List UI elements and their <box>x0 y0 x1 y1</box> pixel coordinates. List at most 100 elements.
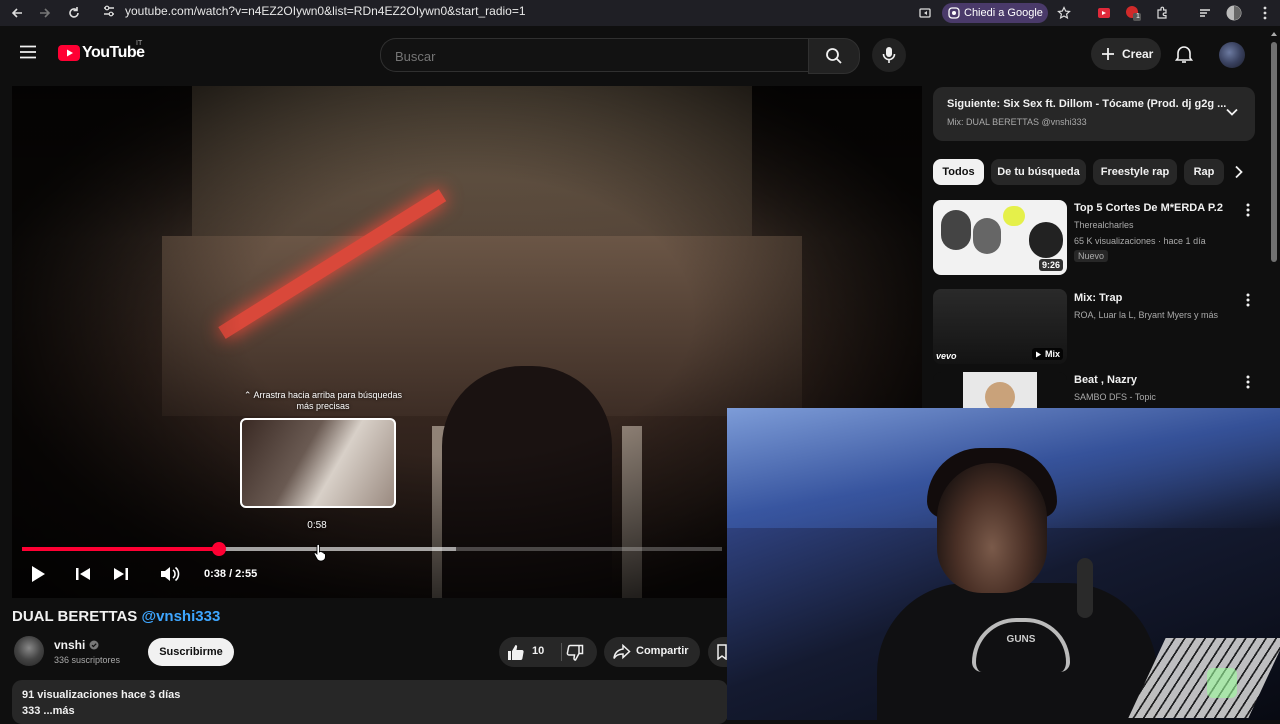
channel-name[interactable]: vnshi <box>54 638 85 652</box>
seek-preview-time: 0:58 <box>307 520 327 531</box>
extensions-puzzle-icon[interactable] <box>1153 4 1171 22</box>
channel-avatar[interactable] <box>14 636 44 666</box>
time-display: 0:38 / 2:55 <box>204 568 258 580</box>
microphone-icon <box>882 47 896 63</box>
share-arrow-icon <box>613 644 631 660</box>
skip-next-icon <box>114 568 128 580</box>
recommendation-title[interactable]: Mix: Trap <box>1074 292 1122 304</box>
youtube-header: YouTube IT Crear <box>0 26 1265 82</box>
profile-avatar-icon[interactable] <box>1225 4 1243 22</box>
extension-badge-icon[interactable]: 1 <box>1124 4 1142 22</box>
scroll-up-arrow-icon[interactable] <box>1271 32 1277 36</box>
mouse-pointer-hand-icon <box>312 544 326 562</box>
description-box[interactable]: 91 visualizaciones hace 3 días 333 ...má… <box>12 680 728 724</box>
share-label: Compartir <box>636 645 689 657</box>
ask-google-label: Chiedi a Google <box>964 7 1043 19</box>
ask-google-button[interactable]: Chiedi a Google <box>942 3 1048 23</box>
recommendation-title[interactable]: Top 5 Cortes De M*ERDA P.2 <box>1074 202 1223 214</box>
playlist-next-panel[interactable]: Siguiente: Six Sex ft. Dillom - Tócame (… <box>933 87 1255 141</box>
video-stats: 91 visualizaciones hace 3 días <box>22 689 181 701</box>
vevo-logo: vevo <box>936 351 957 361</box>
site-settings-icon[interactable] <box>102 4 116 18</box>
seek-drag-hint: ⌃ Arrastra hacia arriba para búsquedas m… <box>243 390 403 411</box>
recommendation-thumbnail[interactable]: 9:26 <box>933 200 1067 275</box>
notifications-bell-icon[interactable] <box>1175 44 1193 64</box>
address-bar[interactable]: youtube.com/watch?v=n4EZ2OIywn0&list=RDn… <box>125 0 526 22</box>
chip-freestyle-rap[interactable]: Freestyle rap <box>1093 159 1177 185</box>
search-input[interactable] <box>393 39 797 73</box>
account-avatar[interactable] <box>1219 42 1245 68</box>
recommendation-title[interactable]: Beat , Nazry <box>1074 374 1137 386</box>
youtube-play-logo-icon <box>58 45 80 61</box>
progress-bar[interactable] <box>22 542 722 556</box>
search-box <box>380 38 809 73</box>
like-button[interactable] <box>507 643 525 661</box>
play-icon <box>32 566 45 582</box>
create-button[interactable]: Crear <box>1091 38 1161 70</box>
more-options-icon[interactable] <box>1242 201 1254 219</box>
create-label: Crear <box>1122 47 1154 61</box>
video-duration: 9:26 <box>1038 259 1063 271</box>
recommendation-channel[interactable]: SAMBO DFS - Topic <box>1074 392 1156 402</box>
browser-menu-icon[interactable] <box>1256 4 1274 22</box>
chip-all[interactable]: Todos <box>933 159 984 185</box>
dislike-button[interactable] <box>566 644 584 662</box>
webcam-device-glow <box>1207 668 1237 698</box>
cast-icon[interactable] <box>916 4 934 22</box>
verified-badge-icon <box>89 640 99 650</box>
chip-rap[interactable]: Rap <box>1184 159 1224 185</box>
reload-icon[interactable] <box>65 4 83 22</box>
play-button[interactable] <box>26 562 50 586</box>
subscriber-count: 336 suscriptores <box>54 655 121 665</box>
chip-from-search[interactable]: De tu búsqueda <box>991 159 1086 185</box>
hamburger-menu-icon[interactable] <box>19 45 37 59</box>
more-options-icon[interactable] <box>1242 373 1254 391</box>
next-video-title: Siguiente: Six Sex ft. Dillom - Tócame (… <box>947 98 1227 110</box>
skip-previous-icon <box>76 568 90 580</box>
webcam-person-face <box>937 463 1047 593</box>
lens-icon <box>948 7 960 19</box>
back-icon[interactable] <box>8 4 26 22</box>
browser-toolbar: youtube.com/watch?v=n4EZ2OIywn0&list=RDn… <box>0 0 1280 26</box>
play-small-icon <box>1036 351 1042 358</box>
video-title-mention-link[interactable]: @vnshi333 <box>141 608 220 625</box>
like-dislike-group: 10 <box>499 637 597 667</box>
mix-badge-label: Mix <box>1044 349 1060 359</box>
voice-search-button[interactable] <box>872 38 906 72</box>
webcam-microphone <box>1077 558 1093 618</box>
video-title: DUAL BERETTAS @vnshi333 <box>12 608 220 625</box>
extension-red-icon[interactable] <box>1095 4 1113 22</box>
next-button[interactable] <box>109 562 133 586</box>
recommendation-meta: 65 K visualizaciones · hace 1 día <box>1074 236 1206 246</box>
previous-button[interactable] <box>71 562 95 586</box>
scrollbar-thumb[interactable] <box>1271 42 1277 262</box>
progress-played <box>22 547 219 551</box>
like-divider <box>561 643 562 661</box>
description-preview[interactable]: 333 ...más <box>22 705 75 717</box>
thumbs-up-icon <box>508 645 524 661</box>
volume-button[interactable] <box>158 562 182 586</box>
thumbs-down-icon <box>566 644 584 661</box>
plus-icon <box>1102 48 1114 60</box>
search-button[interactable] <box>808 38 860 74</box>
extension-badge-count: 1 <box>1136 13 1140 20</box>
chevron-down-icon[interactable] <box>1225 105 1239 119</box>
new-badge: Nuevo <box>1074 250 1109 262</box>
recommendation-thumbnail[interactable]: vevo Mix <box>933 289 1067 364</box>
chevron-right-icon[interactable] <box>1226 159 1252 185</box>
recommendation-channel[interactable]: Therealcharles <box>1074 220 1134 230</box>
mix-subtitle: Mix: DUAL BERETTAS @vnshi333 <box>947 117 1087 127</box>
subscribe-button[interactable]: Suscribirme <box>148 638 234 666</box>
volume-icon <box>161 566 180 582</box>
progress-scrubber-handle[interactable] <box>211 542 226 556</box>
video-title-text: DUAL BERETTAS <box>12 608 138 625</box>
share-button[interactable]: Compartir <box>604 637 700 667</box>
recommendation-channel[interactable]: ROA, Luar la L, Bryant Myers y más <box>1074 310 1218 320</box>
forward-icon[interactable] <box>36 4 54 22</box>
bookmark-star-icon[interactable] <box>1055 4 1073 22</box>
more-options-icon[interactable] <box>1242 291 1254 309</box>
reading-list-icon[interactable] <box>1196 4 1214 22</box>
like-count: 10 <box>532 645 545 657</box>
country-code: IT <box>136 40 143 47</box>
webcam-overlay: GUNS <box>727 408 1280 720</box>
